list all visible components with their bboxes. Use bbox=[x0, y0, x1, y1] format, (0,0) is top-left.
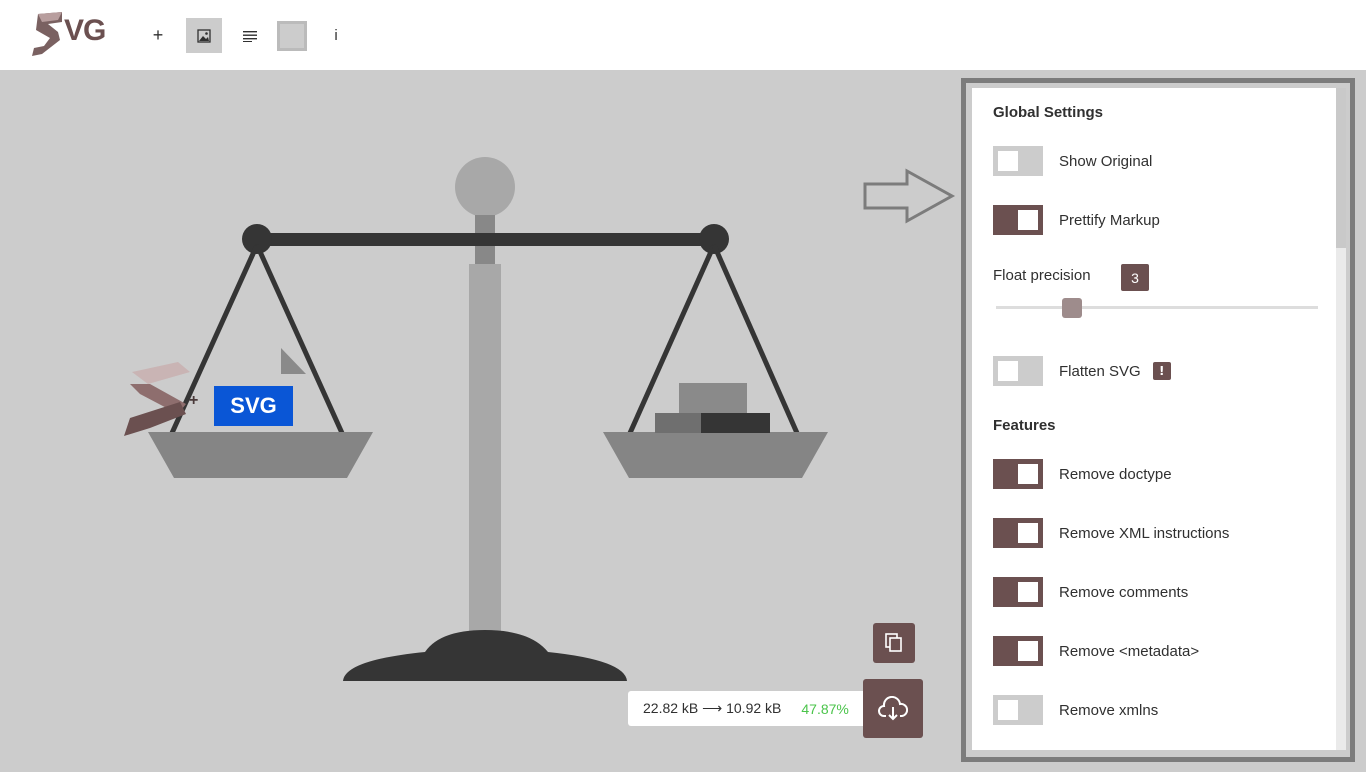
scale-base bbox=[343, 630, 627, 681]
flatten-label: Flatten SVG bbox=[1059, 362, 1141, 380]
warning-icon: ! bbox=[1152, 362, 1171, 380]
float-precision-slider-thumb[interactable] bbox=[1062, 298, 1082, 318]
show-original-toggle[interactable] bbox=[993, 146, 1043, 176]
image-icon bbox=[197, 28, 211, 43]
scale-beam bbox=[257, 233, 715, 246]
markup-view-tab[interactable] bbox=[232, 18, 268, 53]
prettify-row[interactable]: Prettify Markup bbox=[993, 205, 1160, 235]
show-original-row[interactable]: Show Original bbox=[993, 146, 1152, 176]
download-button[interactable] bbox=[863, 679, 923, 738]
pillar-top-ball bbox=[455, 157, 515, 217]
feature-row[interactable]: Remove <metadata> bbox=[993, 636, 1199, 666]
settings-scroll-thumb[interactable] bbox=[1336, 88, 1346, 248]
background-color-button[interactable] bbox=[276, 18, 308, 53]
text-lines-icon bbox=[243, 30, 257, 42]
feature-row[interactable]: Remove doctype bbox=[993, 459, 1172, 489]
features-heading: Features bbox=[993, 417, 1056, 434]
left-pan bbox=[148, 432, 373, 478]
info-icon: i bbox=[334, 27, 338, 44]
logo-text: VG bbox=[64, 14, 106, 47]
plus-mark: + bbox=[189, 392, 199, 409]
size-summary: 22.82 kB ⟶ 10.92 kB 47.87% bbox=[628, 691, 864, 726]
preview-canvas: SVG + bbox=[0, 70, 960, 768]
flatten-toggle[interactable] bbox=[993, 356, 1043, 386]
svgomg-logo: VG bbox=[30, 12, 112, 58]
float-precision-value: 3 bbox=[1121, 264, 1149, 291]
remove-doctype-toggle[interactable] bbox=[993, 459, 1043, 489]
cloud-download-icon bbox=[878, 695, 908, 720]
feature-label: Remove comments bbox=[1059, 583, 1189, 601]
image-view-tab[interactable] bbox=[186, 18, 222, 53]
background-swatch bbox=[277, 20, 307, 51]
remove-xml-instructions-toggle[interactable] bbox=[993, 518, 1043, 548]
scale-illustration bbox=[124, 157, 828, 681]
show-original-label: Show Original bbox=[1059, 152, 1153, 170]
pillar bbox=[469, 264, 501, 636]
open-svg-button[interactable]: + bbox=[140, 18, 176, 53]
global-settings-heading: Global Settings bbox=[993, 104, 1104, 121]
right-pan bbox=[603, 432, 828, 478]
remove-comments-toggle[interactable] bbox=[993, 577, 1043, 607]
flatten-row[interactable]: Flatten SVG ! bbox=[993, 356, 1171, 386]
feature-row[interactable]: Remove comments bbox=[993, 577, 1188, 607]
remove-xmlns-toggle[interactable] bbox=[993, 695, 1043, 725]
feature-label: Remove doctype bbox=[1059, 465, 1172, 483]
prettify-label: Prettify Markup bbox=[1059, 211, 1160, 229]
arrow-right-icon bbox=[863, 168, 956, 224]
float-precision-label: Float precision bbox=[993, 267, 1091, 284]
feature-label: Remove <metadata> bbox=[1059, 642, 1200, 660]
copy-button[interactable] bbox=[873, 623, 915, 663]
saving-percent: 47.87% bbox=[801, 700, 849, 717]
feature-label: Remove xmlns bbox=[1059, 701, 1159, 719]
top-bar: VG + i bbox=[0, 0, 1366, 70]
plus-icon: + bbox=[152, 25, 164, 45]
prettify-toggle[interactable] bbox=[993, 205, 1043, 235]
info-button[interactable]: i bbox=[318, 18, 354, 53]
svg-badge-label: SVG bbox=[230, 393, 277, 418]
feature-label: Remove XML instructions bbox=[1059, 524, 1230, 542]
feature-row[interactable]: Remove XML instructions bbox=[993, 518, 1229, 548]
copy-icon bbox=[885, 633, 902, 652]
float-precision-slider[interactable] bbox=[996, 306, 1318, 309]
feature-row[interactable]: Remove xmlns bbox=[993, 695, 1158, 725]
file-sizes: 22.82 kB ⟶ 10.92 kB bbox=[643, 700, 782, 716]
remove-metadata-toggle[interactable] bbox=[993, 636, 1043, 666]
